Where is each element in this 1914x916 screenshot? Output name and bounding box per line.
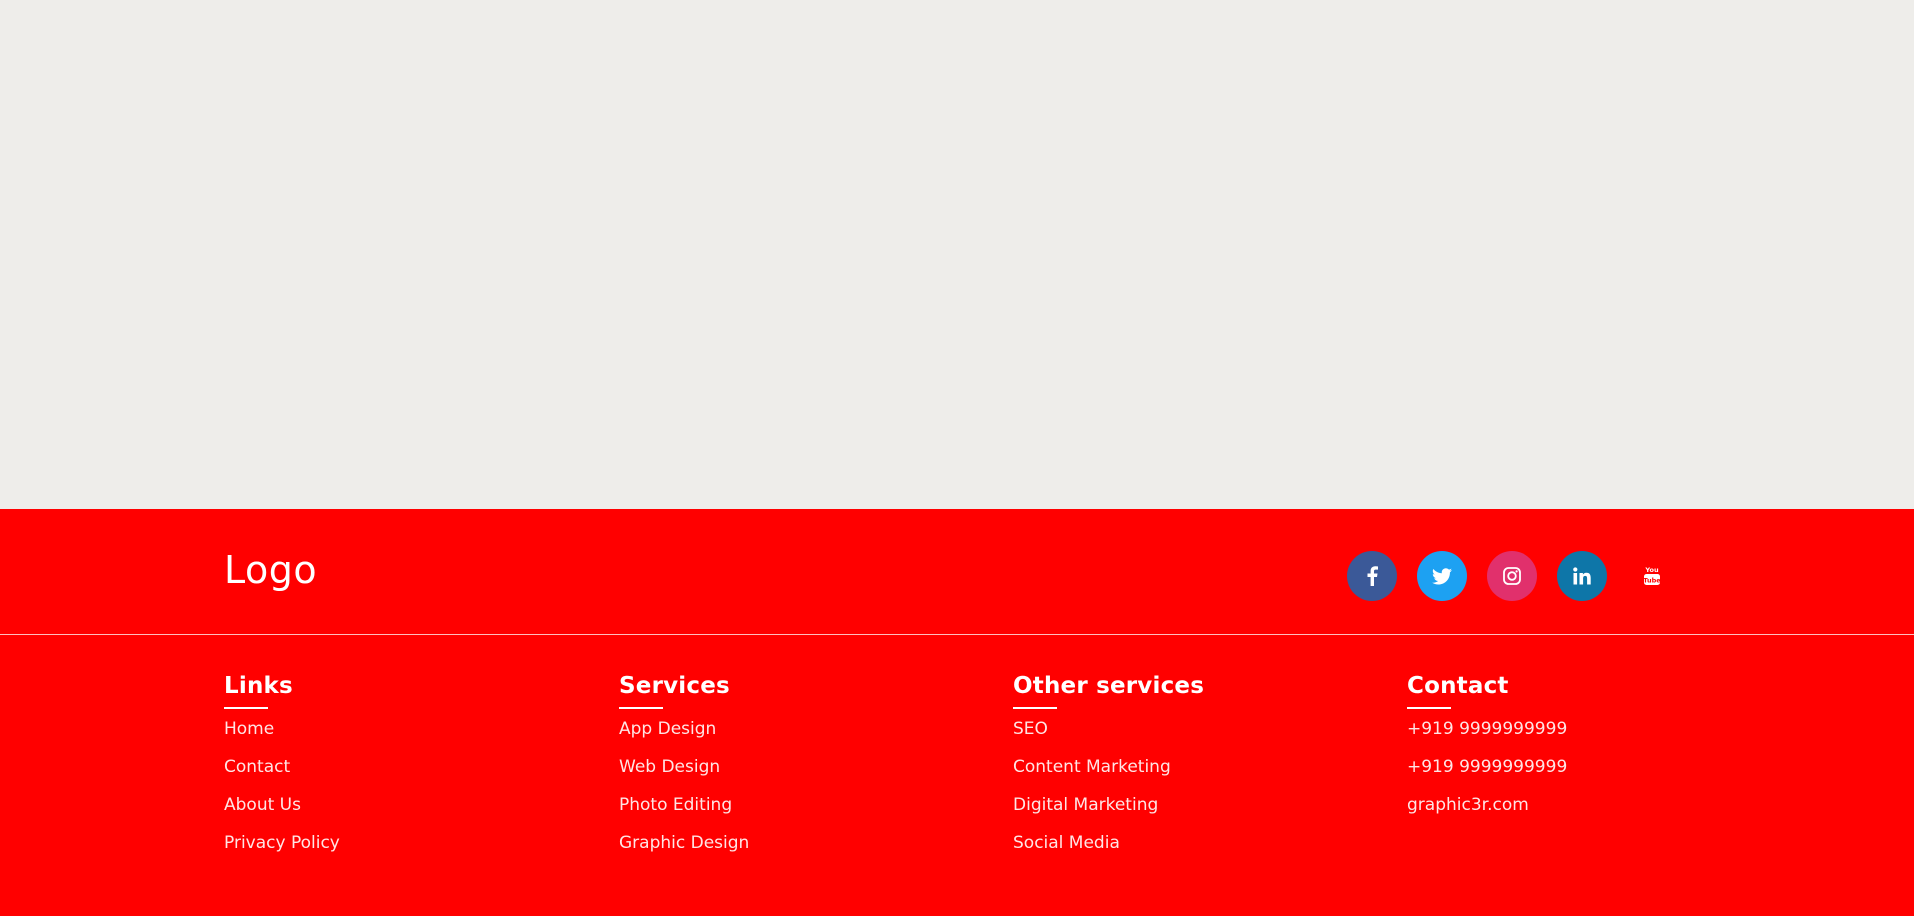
footer-link-home[interactable]: Home <box>224 721 554 759</box>
facebook-button[interactable] <box>1347 551 1397 601</box>
title-underline <box>1013 707 1057 709</box>
instagram-icon <box>1503 567 1521 585</box>
linkedin-icon <box>1573 567 1591 585</box>
column-title: Links <box>224 673 293 699</box>
footer-link-about-us[interactable]: About Us <box>224 797 554 835</box>
footer-divider <box>0 634 1914 635</box>
svg-text:You: You <box>1644 566 1659 574</box>
footer-link-seo[interactable]: SEO <box>1013 721 1343 759</box>
title-underline <box>619 707 663 709</box>
title-underline <box>1407 707 1451 709</box>
footer-link-digital-marketing[interactable]: Digital Marketing <box>1013 797 1343 835</box>
svg-text:Tube: Tube <box>1643 577 1661 585</box>
column-title: Other services <box>1013 673 1205 699</box>
youtube-button[interactable]: You Tube <box>1627 551 1677 601</box>
youtube-icon: You Tube <box>1643 565 1661 587</box>
linkedin-button[interactable] <box>1557 551 1607 601</box>
footer-link-social-media[interactable]: Social Media <box>1013 835 1343 873</box>
site-footer: Logo You Tube Links Home Contact About U… <box>0 509 1914 916</box>
footer-column-contact: Contact +919 9999999999 +919 9999999999 … <box>1407 675 1737 835</box>
contact-website[interactable]: graphic3r.com <box>1407 797 1737 835</box>
footer-logo[interactable]: Logo <box>224 551 317 589</box>
footer-link-graphic-design[interactable]: Graphic Design <box>619 835 949 873</box>
twitter-button[interactable] <box>1417 551 1467 601</box>
footer-column-other-services: Other services SEO Content Marketing Dig… <box>1013 675 1343 873</box>
contact-phone-2[interactable]: +919 9999999999 <box>1407 759 1737 797</box>
footer-link-app-design[interactable]: App Design <box>619 721 949 759</box>
column-title: Services <box>619 673 730 699</box>
twitter-icon <box>1432 567 1452 585</box>
contact-phone-1[interactable]: +919 9999999999 <box>1407 721 1737 759</box>
column-title: Contact <box>1407 673 1509 699</box>
footer-link-contact[interactable]: Contact <box>224 759 554 797</box>
footer-column-services: Services App Design Web Design Photo Edi… <box>619 675 949 873</box>
instagram-button[interactable] <box>1487 551 1537 601</box>
footer-link-privacy-policy[interactable]: Privacy Policy <box>224 835 554 873</box>
footer-top-bar: Logo You Tube <box>0 509 1914 634</box>
footer-link-content-marketing[interactable]: Content Marketing <box>1013 759 1343 797</box>
social-links: You Tube <box>1347 551 1677 601</box>
footer-column-links: Links Home Contact About Us Privacy Poli… <box>224 675 554 873</box>
facebook-icon <box>1367 566 1378 586</box>
title-underline <box>224 707 268 709</box>
hero-section <box>0 0 1914 509</box>
footer-link-web-design[interactable]: Web Design <box>619 759 949 797</box>
footer-link-photo-editing[interactable]: Photo Editing <box>619 797 949 835</box>
